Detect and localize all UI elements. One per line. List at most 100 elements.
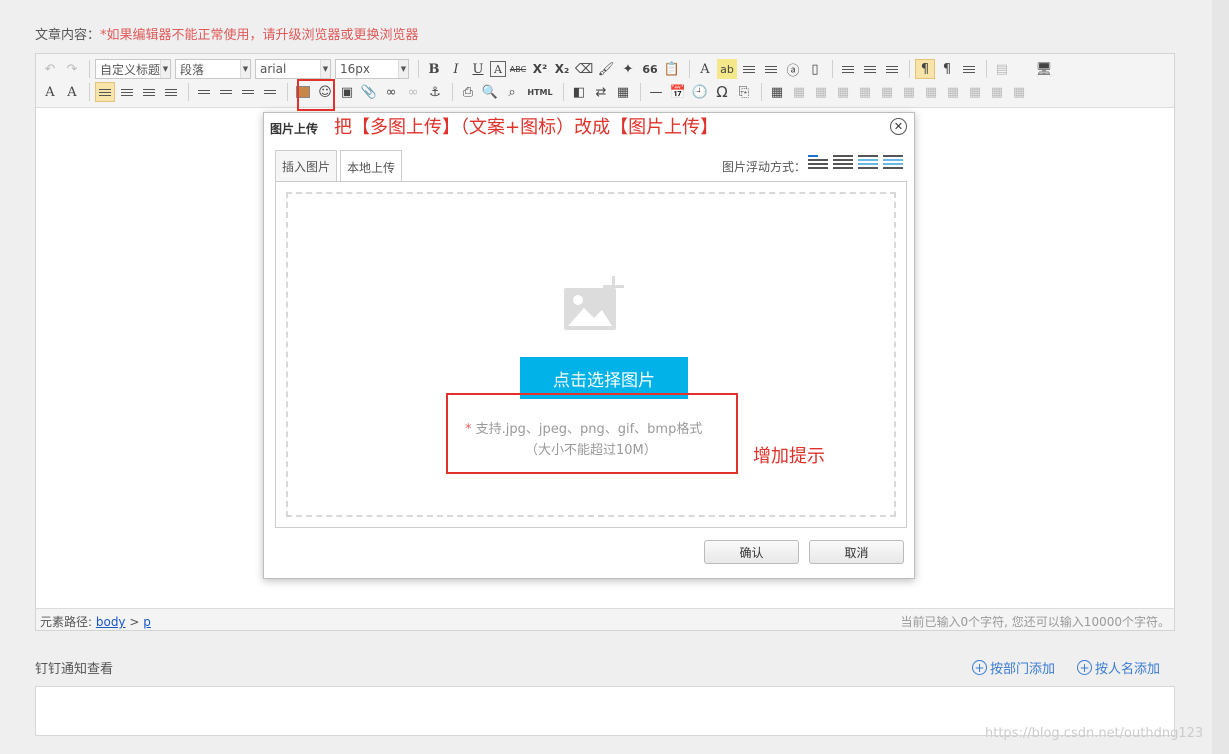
align-left-icon[interactable]: [95, 82, 115, 102]
row-spacing-top-icon[interactable]: [838, 59, 858, 79]
paste-text-icon[interactable]: 📋: [662, 59, 682, 79]
ordered-list-icon[interactable]: [739, 59, 759, 79]
page-break-icon[interactable]: ⇄: [591, 82, 611, 102]
insert-row-icon[interactable]: ▦: [833, 82, 853, 102]
annotation-note-rename: 把【多图上传】（文案+图标）改成【图片上传】: [334, 117, 719, 138]
html-source-button[interactable]: HTML: [524, 82, 556, 102]
unordered-list-icon[interactable]: [761, 59, 781, 79]
split-rows-icon[interactable]: ▦: [987, 82, 1007, 102]
insert-code-icon[interactable]: ▦: [613, 82, 633, 102]
content-label: 文章内容：*如果编辑器不能正常使用，请升级浏览器或更换浏览器: [35, 28, 419, 43]
merge-cells-icon[interactable]: ▦: [899, 82, 919, 102]
path-body-link[interactable]: body: [96, 615, 126, 629]
cancel-button[interactable]: 取消: [809, 540, 904, 564]
align-center-icon[interactable]: [117, 82, 137, 102]
ltr-direction-icon[interactable]: ¶: [915, 59, 935, 79]
merge-down-icon[interactable]: ▦: [943, 82, 963, 102]
row-spacing-bottom-icon[interactable]: [860, 59, 880, 79]
bold-button[interactable]: B: [424, 59, 444, 79]
image-none-icon[interactable]: [194, 82, 214, 102]
tab-insert-image[interactable]: 插入图片: [275, 150, 338, 182]
attachment-icon[interactable]: 📎: [359, 82, 379, 102]
time-icon[interactable]: 🕘: [690, 82, 710, 102]
preview-icon[interactable]: 🔍: [480, 82, 500, 102]
image-left-icon[interactable]: [216, 82, 236, 102]
link-icon[interactable]: ∞: [381, 82, 401, 102]
horizontal-rule-icon[interactable]: —: [646, 82, 666, 102]
clear-doc-icon[interactable]: ▯: [805, 59, 825, 79]
snapscreen-icon[interactable]: ⎘: [734, 82, 754, 102]
confirm-button[interactable]: 确认: [704, 540, 799, 564]
split-cells-icon[interactable]: ▦: [965, 82, 985, 102]
italic-button[interactable]: I: [446, 59, 466, 79]
page-scrollbar[interactable]: [1212, 0, 1229, 754]
editor-toolbar: ↶ ↷ 自定义标题 ▼ 段落 ▼ arial ▼ 16px ▼ B I U A ABC …: [36, 54, 1174, 108]
image-right-icon[interactable]: [238, 82, 258, 102]
print-icon[interactable]: ⎙: [458, 82, 478, 102]
browser-warning: *如果编辑器不能正常使用，请升级浏览器或更换浏览器: [100, 28, 419, 43]
search-replace-icon[interactable]: ⌕: [502, 82, 522, 102]
strikethrough-button[interactable]: ABC: [508, 59, 528, 79]
editor-statusbar: 元素路径: body > p 当前已输入0个字符, 您还可以输入10000个字符…: [35, 608, 1175, 631]
image-center-icon[interactable]: [260, 82, 280, 102]
special-chars-button[interactable]: Ω: [712, 82, 732, 102]
fullscreen-icon[interactable]: 🖥: [1034, 59, 1054, 79]
undo-icon[interactable]: ↶: [40, 59, 60, 79]
scrawl-icon[interactable]: ▣: [337, 82, 357, 102]
add-picture-icon: [562, 276, 626, 335]
backcolor-button[interactable]: ab: [717, 59, 737, 79]
underline-button[interactable]: U: [468, 59, 488, 79]
unlink-icon[interactable]: ∞: [403, 82, 423, 102]
insert-col-icon[interactable]: ▦: [855, 82, 875, 102]
custom-title-select[interactable]: 自定义标题 ▼: [95, 59, 171, 79]
font-size-select[interactable]: 16px ▼: [335, 59, 409, 79]
anchor-icon[interactable]: ⚓: [425, 82, 445, 102]
template-icon[interactable]: ▤: [992, 59, 1012, 79]
annotation-box-hint: [446, 393, 738, 474]
align-right-icon[interactable]: [139, 82, 159, 102]
subscript-button[interactable]: X₂: [552, 59, 572, 79]
line-height-icon[interactable]: [882, 59, 902, 79]
float-center-icon[interactable]: [883, 155, 903, 173]
element-path: 元素路径: body > p: [40, 615, 151, 629]
path-p-link[interactable]: p: [143, 615, 151, 629]
annotation-box-upload-icon: [297, 79, 335, 111]
float-left-icon[interactable]: [833, 155, 853, 173]
font-family-select[interactable]: arial ▼: [255, 59, 331, 79]
dialog-title: 图片上传: [270, 122, 319, 136]
float-right-icon[interactable]: [858, 155, 878, 173]
indent-icon[interactable]: [959, 59, 979, 79]
eraser-icon[interactable]: ⌫: [574, 59, 594, 79]
upload-panel: 点击选择图片 * 支持.jpg、jpeg、png、gif、bmp格式 （大小不能…: [275, 181, 907, 528]
insert-table-icon[interactable]: ▦: [767, 82, 787, 102]
paragraph-select[interactable]: 段落 ▼: [175, 59, 251, 79]
float-none-icon[interactable]: [808, 155, 828, 173]
split-cols-icon[interactable]: ▦: [1009, 82, 1029, 102]
redo-icon[interactable]: ↷: [62, 59, 82, 79]
insert-caption-icon[interactable]: ▦: [811, 82, 831, 102]
image-upload-dialog: 图片上传 ✕ 插入图片 本地上传 图片浮动方式： 点击选择图片 * 支持.jpg…: [263, 112, 915, 579]
font-color-button[interactable]: A: [695, 59, 715, 79]
delete-table-icon[interactable]: ▦: [789, 82, 809, 102]
select-all-icon[interactable]: ⓐ: [783, 59, 803, 79]
superscript-button[interactable]: X²: [530, 59, 550, 79]
char-count: 当前已输入0个字符, 您还可以输入10000个字符。: [900, 615, 1170, 629]
insert-frame-icon[interactable]: ◧: [569, 82, 589, 102]
add-by-name-link[interactable]: + 按人名添加: [1077, 658, 1160, 677]
tab-local-upload[interactable]: 本地上传: [340, 150, 403, 183]
blockquote-button[interactable]: 66: [640, 59, 660, 79]
auto-typeset-icon[interactable]: ✦: [618, 59, 638, 79]
font-border-button[interactable]: A: [490, 61, 506, 77]
font-case-lower-icon[interactable]: A: [62, 82, 82, 102]
delete-row-icon[interactable]: ▦: [877, 82, 897, 102]
rtl-direction-icon[interactable]: ¶: [937, 59, 957, 79]
close-icon[interactable]: ✕: [890, 118, 907, 135]
align-justify-icon[interactable]: [161, 82, 181, 102]
plus-icon: +: [1077, 660, 1092, 675]
font-case-upper-icon[interactable]: A: [40, 82, 60, 102]
format-brush-icon[interactable]: 🖌: [596, 59, 616, 79]
add-by-department-link[interactable]: + 按部门添加: [972, 658, 1055, 677]
merge-right-icon[interactable]: ▦: [921, 82, 941, 102]
dingding-notify-label: 钉钉通知查看: [35, 662, 114, 677]
date-icon[interactable]: 📅: [668, 82, 688, 102]
